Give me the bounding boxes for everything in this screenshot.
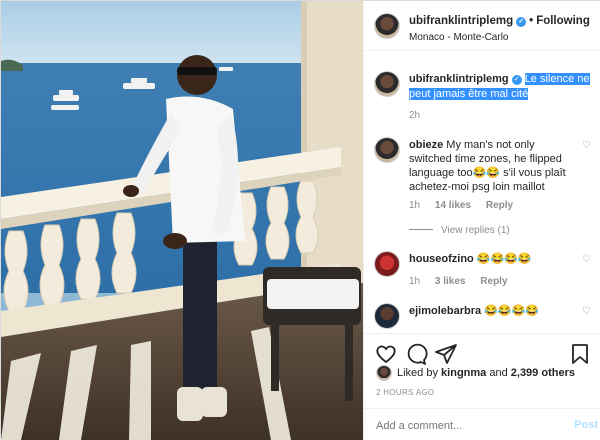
avatar[interactable] <box>374 303 400 329</box>
like-comment-heart-icon[interactable]: ♡ <box>582 307 592 317</box>
comment-username[interactable]: ejimolebarbra <box>409 305 481 317</box>
location-link[interactable]: Monaco - Monte-Carlo <box>409 32 508 43</box>
post-header: ubifranklintriplemg ✓ • Following Monaco - … <box>364 1 600 51</box>
reply-button[interactable]: Reply <box>486 200 513 211</box>
post-sidebar: ubifranklintriplemg ✓ • Following Monaco - … <box>363 1 600 440</box>
comment-text: ejimolebarbra 😂😂😂😂 <box>409 304 579 318</box>
avatar[interactable] <box>374 251 400 277</box>
avatar[interactable] <box>376 365 392 381</box>
likes-user[interactable]: kingnma <box>441 367 486 379</box>
comment-username[interactable]: obieze <box>409 139 443 151</box>
caption-username[interactable]: ubifranklintriplemg <box>409 73 509 85</box>
comment-time[interactable]: 1h <box>409 276 420 287</box>
comment-time[interactable]: 1h <box>409 200 420 211</box>
separator-dot: • <box>529 15 534 27</box>
post-photo[interactable] <box>1 1 363 440</box>
divider <box>409 229 433 230</box>
comment-text: houseofzino 😂😂😂😂 <box>409 252 579 266</box>
comment-likes[interactable]: 3 likes <box>435 276 466 287</box>
instagram-post: ubifranklintriplemg ✓ • Following Monaco - … <box>0 0 600 440</box>
post-comment-button[interactable]: Post <box>574 419 598 431</box>
comment-input[interactable] <box>376 419 556 433</box>
heart-icon[interactable] <box>374 342 398 366</box>
like-comment-heart-icon[interactable]: ♡ <box>582 141 592 151</box>
header-username-row: ubifranklintriplemg ✓ • Following <box>409 15 590 27</box>
view-replies-label: View replies (1) <box>441 225 510 236</box>
comment-meta: 1h 14 likes Reply <box>409 200 525 211</box>
avatar[interactable] <box>374 137 400 163</box>
like-comment-heart-icon[interactable]: ♡ <box>582 255 592 265</box>
comment-text: obieze My man's not only switched time z… <box>409 138 579 194</box>
header-username[interactable]: ubifranklintriplemg <box>409 15 513 27</box>
view-replies-button[interactable]: View replies (1) <box>409 225 510 236</box>
comment-username[interactable]: houseofzino <box>409 253 474 265</box>
comment-body: 😂😂😂😂 <box>476 253 532 265</box>
share-icon[interactable] <box>434 342 458 366</box>
reply-button[interactable]: Reply <box>480 276 507 287</box>
post-timestamp[interactable]: 2 HOURS AGO <box>376 388 434 397</box>
verified-badge-icon: ✓ <box>516 17 527 27</box>
comments-list[interactable]: ubifranklintriplemg ✓ Le silence ne peut … <box>364 51 600 333</box>
photo-scene <box>1 1 363 440</box>
avatar[interactable] <box>374 13 400 39</box>
bookmark-icon[interactable] <box>568 342 592 366</box>
add-comment-bar: Post <box>364 408 600 440</box>
comment-body: 😂😂😂😂 <box>484 305 539 317</box>
comment-meta: 1h 3 likes Reply <box>409 276 520 287</box>
caption-time[interactable]: 2h <box>409 110 420 121</box>
comment-icon[interactable] <box>404 342 428 366</box>
avatar[interactable] <box>374 71 400 97</box>
likes-count[interactable]: 2,399 others <box>511 367 575 379</box>
verified-badge-icon: ✓ <box>511 75 522 85</box>
likes-prefix: Liked by <box>397 367 438 379</box>
comment-likes[interactable]: 14 likes <box>435 200 471 211</box>
likes-connector: and <box>489 367 508 379</box>
caption-text: ubifranklintriplemg ✓ Le silence ne peut … <box>409 72 594 102</box>
likes-text: Liked by kingnma and 2,399 others <box>397 367 575 379</box>
following-button[interactable]: Following <box>536 15 590 27</box>
